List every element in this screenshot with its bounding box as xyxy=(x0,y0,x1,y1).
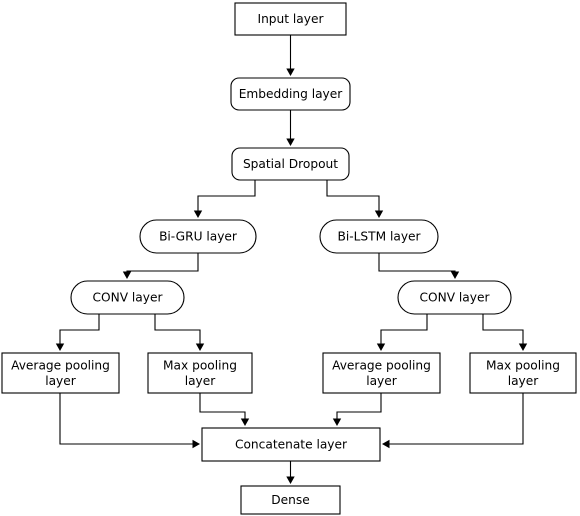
node-label-embedding: Embedding layer xyxy=(239,87,344,101)
node-conv_left[interactable]: CONV layer xyxy=(70,280,185,315)
node-label-concatenate: Concatenate layer xyxy=(235,437,348,451)
nodes-group: Input layer Embedding layer Spatial Dropou… xyxy=(1,2,577,515)
node-label-dropout: Spatial Dropout xyxy=(243,157,338,171)
arrowhead-icon xyxy=(286,138,295,146)
edge-conv_right-to-avgpool_2 xyxy=(380,314,428,347)
node-label-conv_right: CONV layer xyxy=(419,290,490,304)
node-bilstm[interactable]: Bi-LSTM layer xyxy=(319,219,439,254)
arrowhead-icon xyxy=(518,343,528,351)
arrowhead-icon xyxy=(450,271,460,279)
node-concatenate[interactable]: Concatenate layer xyxy=(201,427,381,462)
node-conv_right[interactable]: CONV layer xyxy=(397,280,512,315)
node-dense[interactable]: Dense xyxy=(240,485,341,515)
arrowhead-icon xyxy=(192,439,200,449)
arrowhead-icon xyxy=(382,439,390,449)
arrowhead-icon xyxy=(240,418,250,426)
arrowhead-icon xyxy=(286,476,295,484)
arrowhead-icon xyxy=(332,418,342,426)
node-embedding[interactable]: Embedding layer xyxy=(230,77,351,111)
arrowhead-icon xyxy=(376,343,386,351)
edge-conv_left-to-maxpool_1 xyxy=(154,314,201,347)
node-label-conv_left: CONV layer xyxy=(92,290,163,304)
node-input[interactable]: Input layer xyxy=(234,2,347,36)
edge-conv_left-to-avgpool_1 xyxy=(59,314,100,347)
node-maxpool_1[interactable]: Max pooling layer xyxy=(147,352,253,394)
arrowhead-icon xyxy=(286,68,295,76)
edge-conv_right-to-maxpool_2 xyxy=(482,314,524,347)
edge-maxpool_2-to-concatenate xyxy=(386,393,524,445)
edge-bilstm-to-conv_right xyxy=(378,253,456,275)
arrowhead-icon xyxy=(55,343,65,351)
flowchart-diagram: Input layer Embedding layer Spatial Dropou… xyxy=(0,0,580,516)
arrowhead-icon xyxy=(122,271,132,279)
edge-bigru-to-conv_left xyxy=(126,253,199,275)
arrowhead-icon xyxy=(195,343,205,351)
node-label-dense: Dense xyxy=(271,493,309,507)
edge-dropout-to-bilstm xyxy=(326,180,380,214)
node-label-bigru: Bi-GRU layer xyxy=(159,229,238,243)
node-dropout[interactable]: Spatial Dropout xyxy=(231,147,350,181)
node-label-input: Input layer xyxy=(257,12,324,26)
edge-avgpool_1-to-concatenate xyxy=(59,393,196,445)
node-label-bilstm: Bi-LSTM layer xyxy=(337,229,421,243)
arrowhead-icon xyxy=(193,210,203,218)
arrowhead-icon xyxy=(374,210,384,218)
edge-avgpool_2-to-concatenate xyxy=(336,393,382,422)
node-avgpool_1[interactable]: Average pooling layer xyxy=(1,352,120,394)
node-bigru[interactable]: Bi-GRU layer xyxy=(139,219,257,254)
flowchart-canvas: Input layer Embedding layer Spatial Dropou… xyxy=(1,2,577,515)
arrowheads-group xyxy=(55,68,528,484)
node-avgpool_2[interactable]: Average pooling layer xyxy=(322,352,441,394)
node-maxpool_2[interactable]: Max pooling layer xyxy=(469,352,577,394)
edge-maxpool_1-to-concatenate xyxy=(199,393,246,422)
edge-dropout-to-bigru xyxy=(197,180,256,214)
